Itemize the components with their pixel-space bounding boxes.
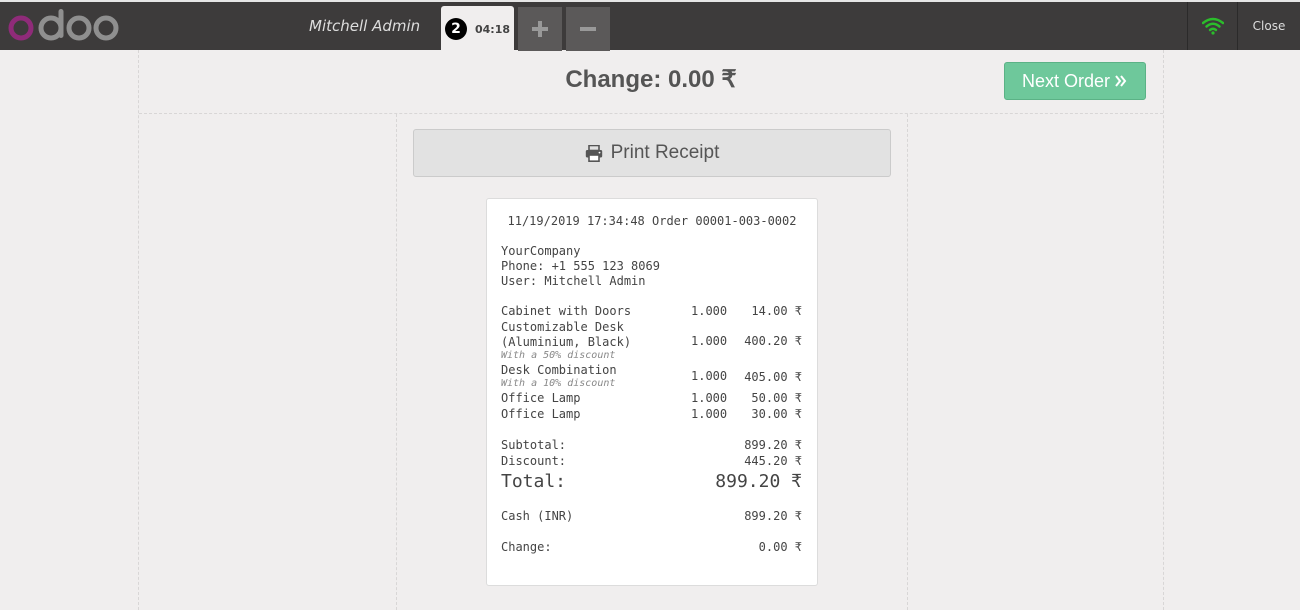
receipt-line-price: 400.20 ₹	[744, 334, 802, 348]
payment-method-label: Cash (INR)	[501, 509, 574, 523]
receipt-screen: Change: 0.00 ₹ Next Order Print Receipt …	[138, 50, 1164, 610]
print-icon	[585, 144, 602, 162]
order-number-badge: 2	[444, 18, 467, 40]
receipt-line-price: 30.00 ₹	[751, 407, 802, 421]
receipt-column: Print Receipt 11/19/2019 17:34:48 Order …	[396, 114, 908, 610]
next-order-button[interactable]: Next Order	[1004, 62, 1146, 100]
receipt-header-line: 11/19/2019 17:34:48 Order 00001-003-0002	[507, 214, 797, 228]
receipt-phone: Phone: +1 555 123 8069	[501, 259, 660, 273]
receipt-line-variant: (Aluminium, Black)	[501, 335, 632, 349]
receipt-line-qty: 1.000	[691, 391, 728, 405]
receipt-line-name: Office Lamp	[501, 391, 581, 405]
new-order-button[interactable]	[518, 7, 562, 51]
receipt-line-discount-note: With a 50% discount	[501, 350, 616, 361]
receipt-line-name: Office Lamp	[501, 407, 581, 421]
minus-icon	[580, 27, 596, 31]
receipt-line-qty: 1.000	[691, 304, 728, 318]
subtotal-value: 899.20 ₹	[744, 438, 802, 452]
payment-value: 899.20 ₹	[744, 509, 802, 523]
receipt-line-qty: 1.000	[691, 334, 728, 348]
receipt-line-qty: 1.000	[691, 369, 728, 383]
connection-status[interactable]	[1187, 2, 1238, 50]
receipt-line-name: Cabinet with Doors	[501, 304, 632, 318]
receipt-line-price: 405.00 ₹	[744, 370, 802, 384]
receipt-line-qty: 1.000	[691, 407, 728, 421]
receipt-company: YourCompany	[501, 244, 581, 258]
double-chevron-right-icon	[1115, 75, 1127, 87]
user-name[interactable]: Mitchell Admin	[309, 17, 420, 35]
discount-value: 445.20 ₹	[744, 454, 802, 468]
subtotal-label: Subtotal:	[501, 438, 567, 452]
plus-icon	[532, 21, 548, 37]
receipt-line-name: Desk Combination	[501, 363, 617, 377]
total-value: 899.20 ₹	[715, 471, 802, 492]
print-receipt-button[interactable]: Print Receipt	[413, 129, 891, 177]
receipt-line-price: 14.00 ₹	[751, 304, 802, 318]
print-receipt-label: Print Receipt	[610, 142, 720, 163]
receipt-ticket: 11/19/2019 17:34:48 Order 00001-003-0002…	[486, 198, 818, 586]
receipt-line-discount-note: With a 10% discount	[501, 378, 616, 389]
wifi-icon	[1201, 17, 1224, 35]
odoo-logo	[8, 9, 119, 41]
receipt-change-value: 0.00 ₹	[758, 540, 802, 554]
receipt-line-name: Customizable Desk	[501, 320, 624, 334]
order-tab-2[interactable]: 2 04:18	[441, 6, 514, 52]
receipt-change-label: Change:	[501, 540, 552, 554]
order-time: 04:18	[474, 22, 510, 36]
delete-order-button[interactable]	[566, 7, 610, 51]
top-bar: Mitchell Admin 2 04:18 Close	[0, 0, 1300, 52]
receipt-line-price: 50.00 ₹	[751, 391, 802, 405]
next-order-label: Next Order	[1021, 70, 1111, 91]
close-button[interactable]: Close	[1238, 2, 1300, 50]
receipt-header: Change: 0.00 ₹ Next Order	[139, 50, 1163, 114]
receipt-user: User: Mitchell Admin	[501, 274, 646, 288]
total-label: Total:	[501, 471, 567, 492]
discount-label: Discount:	[501, 454, 567, 468]
